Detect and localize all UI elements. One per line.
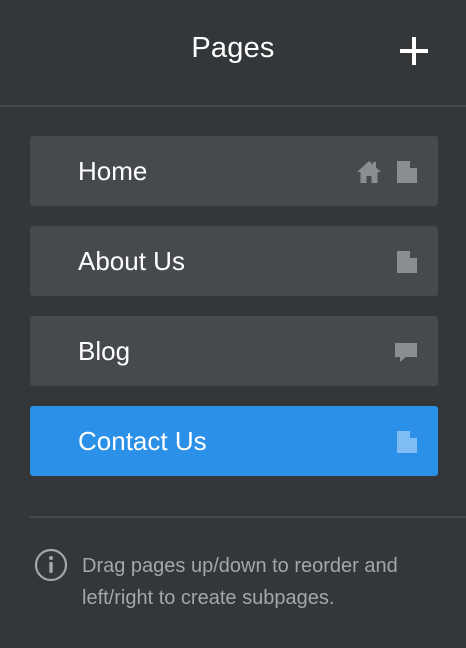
page-item-home[interactable]: Home (30, 136, 438, 206)
page-item-icons (356, 160, 418, 184)
page-item-blog[interactable]: Blog (30, 316, 438, 386)
divider (30, 516, 466, 518)
comment-icon (395, 343, 417, 362)
pages-header: Pages (0, 0, 466, 107)
page-item-label: Home (78, 156, 148, 186)
page-icon (397, 251, 417, 273)
info-icon (34, 548, 68, 582)
page-list: Home About Us Blog Contact Us (30, 136, 438, 496)
page-item-icons (396, 430, 418, 454)
add-page-button[interactable] (397, 34, 431, 68)
reorder-hint-text: Drag pages up/down to reorder and left/r… (82, 555, 398, 609)
page-item-icons (396, 250, 418, 274)
page-icon (397, 431, 417, 453)
page-icon (397, 161, 417, 183)
page-item-contact-us[interactable]: Contact Us (30, 406, 438, 476)
page-item-label: About Us (78, 246, 185, 276)
page-item-about-us[interactable]: About Us (30, 226, 438, 296)
page-item-label: Contact Us (78, 426, 207, 456)
page-item-icons (394, 340, 418, 364)
home-icon (357, 161, 381, 183)
page-item-label: Blog (78, 336, 131, 366)
plus-icon (400, 37, 428, 65)
